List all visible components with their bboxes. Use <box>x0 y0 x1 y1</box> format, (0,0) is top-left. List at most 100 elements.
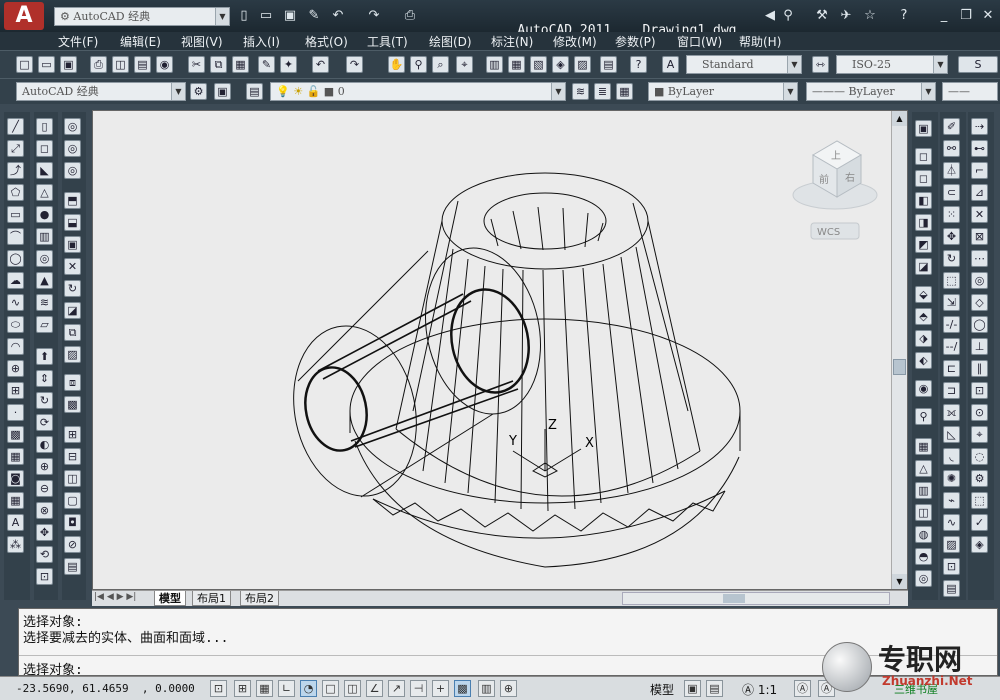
redo-icon[interactable]: ↷ <box>346 56 363 73</box>
subtract-icon[interactable]: ⊖ <box>36 480 53 497</box>
menu-help[interactable]: 帮助(H) <box>739 33 781 50</box>
undo-icon[interactable]: ↶ <box>330 8 346 24</box>
hidden-icon[interactable]: ◫ <box>915 504 932 521</box>
viewcube-top[interactable]: 上 <box>831 150 841 162</box>
table-style-icon[interactable]: S <box>958 56 998 73</box>
grid-icon[interactable]: ▦ <box>256 680 273 697</box>
gradient-icon[interactable]: ▦ <box>7 448 24 465</box>
redo-icon[interactable]: ↷ <box>366 8 382 24</box>
snap-center-icon[interactable]: ◎ <box>971 272 988 289</box>
markup-icon[interactable]: ▨ <box>574 56 591 73</box>
binoculars-icon[interactable]: ⚲ <box>780 8 796 24</box>
saveas-icon[interactable]: ✎ <box>306 8 322 24</box>
move-faces-icon[interactable]: ⬓ <box>64 214 81 231</box>
annotation-scale[interactable]: Ⓐ 1:1 <box>742 681 777 698</box>
vertical-scrollbar[interactable]: ▲ ▼ <box>891 111 907 589</box>
layer-manager-icon[interactable]: ▤ <box>246 83 263 100</box>
drawing-viewport[interactable]: Z Y X 上 前 右 WCS ▲ ▼ <box>92 110 908 590</box>
temp-track-icon[interactable]: ⇢ <box>971 118 988 135</box>
command-grip[interactable] <box>0 608 18 676</box>
camera-icon[interactable]: ◉ <box>915 380 932 397</box>
menu-format[interactable]: 格式(O) <box>305 33 348 50</box>
snap-perpendicular-icon[interactable]: ⊥ <box>971 338 988 355</box>
tab-nav-arrows-icon[interactable]: |◀ ◀ ▶ ▶| <box>94 592 136 602</box>
trim-icon[interactable]: -/- <box>943 316 960 333</box>
3d-osnap-icon[interactable]: ◫ <box>344 680 361 697</box>
add-selected-icon[interactable]: ⁂ <box>7 536 24 553</box>
save-icon[interactable]: ▣ <box>60 56 77 73</box>
menu-insert[interactable]: 插入(I) <box>243 33 280 50</box>
help-icon[interactable]: ? <box>630 56 647 73</box>
box-icon[interactable]: ◻ <box>36 140 53 157</box>
snap-node-icon[interactable]: ⊙ <box>971 404 988 421</box>
new-icon[interactable]: ▯ <box>236 8 252 24</box>
sheet-set-icon[interactable]: ◈ <box>552 56 569 73</box>
snap-apparent-icon[interactable]: ⊠ <box>971 228 988 245</box>
chamfer-icon[interactable]: ◺ <box>943 426 960 443</box>
revcloud-icon[interactable]: ☁ <box>7 272 24 289</box>
align-icon[interactable]: ⊡ <box>943 558 960 575</box>
snap-tangent-icon[interactable]: ◯ <box>971 316 988 333</box>
dynamic-input-icon[interactable]: ⊣ <box>410 680 427 697</box>
paste-icon[interactable]: ▦ <box>232 56 249 73</box>
extend-icon[interactable]: --/ <box>943 338 960 355</box>
polyline-icon[interactable]: ⤴ <box>7 162 24 179</box>
region-icon[interactable]: ◙ <box>7 470 24 487</box>
menu-parametric[interactable]: 参数(P) <box>615 33 656 50</box>
linetype-select[interactable]: ——— ByLayer ▼ <box>806 82 936 101</box>
design-center-icon[interactable]: ▦ <box>508 56 525 73</box>
cut-icon[interactable]: ✂ <box>188 56 205 73</box>
ortho-icon[interactable]: ∟ <box>278 680 295 697</box>
realistic-icon[interactable]: ◍ <box>915 526 932 543</box>
infer-constraints-icon[interactable]: ⊡ <box>210 680 227 697</box>
horizontal-scrollbar[interactable] <box>622 592 890 605</box>
layer-states-icon[interactable]: ▦ <box>616 83 633 100</box>
scroll-up-icon[interactable]: ▲ <box>892 111 907 126</box>
union-icon[interactable]: ⊕ <box>36 458 53 475</box>
circle-icon[interactable]: ◯ <box>7 250 24 267</box>
star-icon[interactable]: ☆ <box>862 8 878 24</box>
3d-rotate-icon[interactable]: ⟲ <box>36 546 53 563</box>
workspace-settings-icon[interactable]: ▣ <box>214 83 231 100</box>
back-view-icon[interactable]: ◪ <box>915 258 932 275</box>
quick-properties-icon[interactable]: ▥ <box>478 680 495 697</box>
make-current-icon[interactable]: ≋ <box>572 83 589 100</box>
pyramid-icon[interactable]: ▲ <box>36 272 53 289</box>
menu-modify[interactable]: 修改(M) <box>553 33 597 50</box>
zoom-previous-icon[interactable]: ⌖ <box>456 56 473 73</box>
polar-tracking-icon[interactable]: ◔ <box>300 680 317 697</box>
intersect-icon[interactable]: ◎ <box>64 162 81 179</box>
annotation-visibility-icon[interactable]: Ⓐ <box>794 680 811 697</box>
front-view-icon[interactable]: ◩ <box>915 236 932 253</box>
extrude-icon[interactable]: ⬆ <box>36 348 53 365</box>
menu-file[interactable]: 文件(F) <box>58 33 98 50</box>
conceptual-icon[interactable]: ◓ <box>915 548 932 565</box>
undo-icon[interactable]: ↶ <box>312 56 329 73</box>
snap-mode-icon[interactable]: ⊞ <box>234 680 251 697</box>
ne-iso-icon[interactable]: ⬗ <box>915 330 932 347</box>
array-icon[interactable]: ⁙ <box>943 206 960 223</box>
tool-palettes-icon[interactable]: ▧ <box>530 56 547 73</box>
arc-icon[interactable]: ⌒ <box>7 228 24 245</box>
menu-tools[interactable]: 工具(T) <box>367 33 408 50</box>
subtract-icon[interactable]: ◎ <box>64 140 81 157</box>
text-style-icon[interactable]: A <box>662 56 679 73</box>
loft-icon[interactable]: ◐ <box>36 436 53 453</box>
imprint-icon[interactable]: ⊞ <box>64 426 81 443</box>
osnap-settings-icon[interactable]: ⚙ <box>971 470 988 487</box>
construction-line-icon[interactable]: ⤢ <box>7 140 24 157</box>
offset-icon[interactable]: ⊂ <box>943 184 960 201</box>
edit-polyline-icon[interactable]: ⌁ <box>943 492 960 509</box>
snap-extension-icon[interactable]: ⋯ <box>971 250 988 267</box>
visual-style-icon[interactable]: ▦ <box>915 438 932 455</box>
color-faces-icon[interactable]: ▨ <box>64 346 81 363</box>
search-back-icon[interactable]: ◀ <box>762 8 778 24</box>
intersect-icon[interactable]: ⊗ <box>36 502 53 519</box>
explode-icon[interactable]: ✺ <box>943 470 960 487</box>
ellipse-icon[interactable]: ⬭ <box>7 316 24 333</box>
break-icon[interactable]: ⊐ <box>943 382 960 399</box>
viewcube-right[interactable]: 右 <box>845 171 855 184</box>
new-icon[interactable]: □ <box>16 56 33 73</box>
join-icon[interactable]: ⟗ <box>943 404 960 421</box>
satellite-icon[interactable]: ✈ <box>838 8 854 24</box>
